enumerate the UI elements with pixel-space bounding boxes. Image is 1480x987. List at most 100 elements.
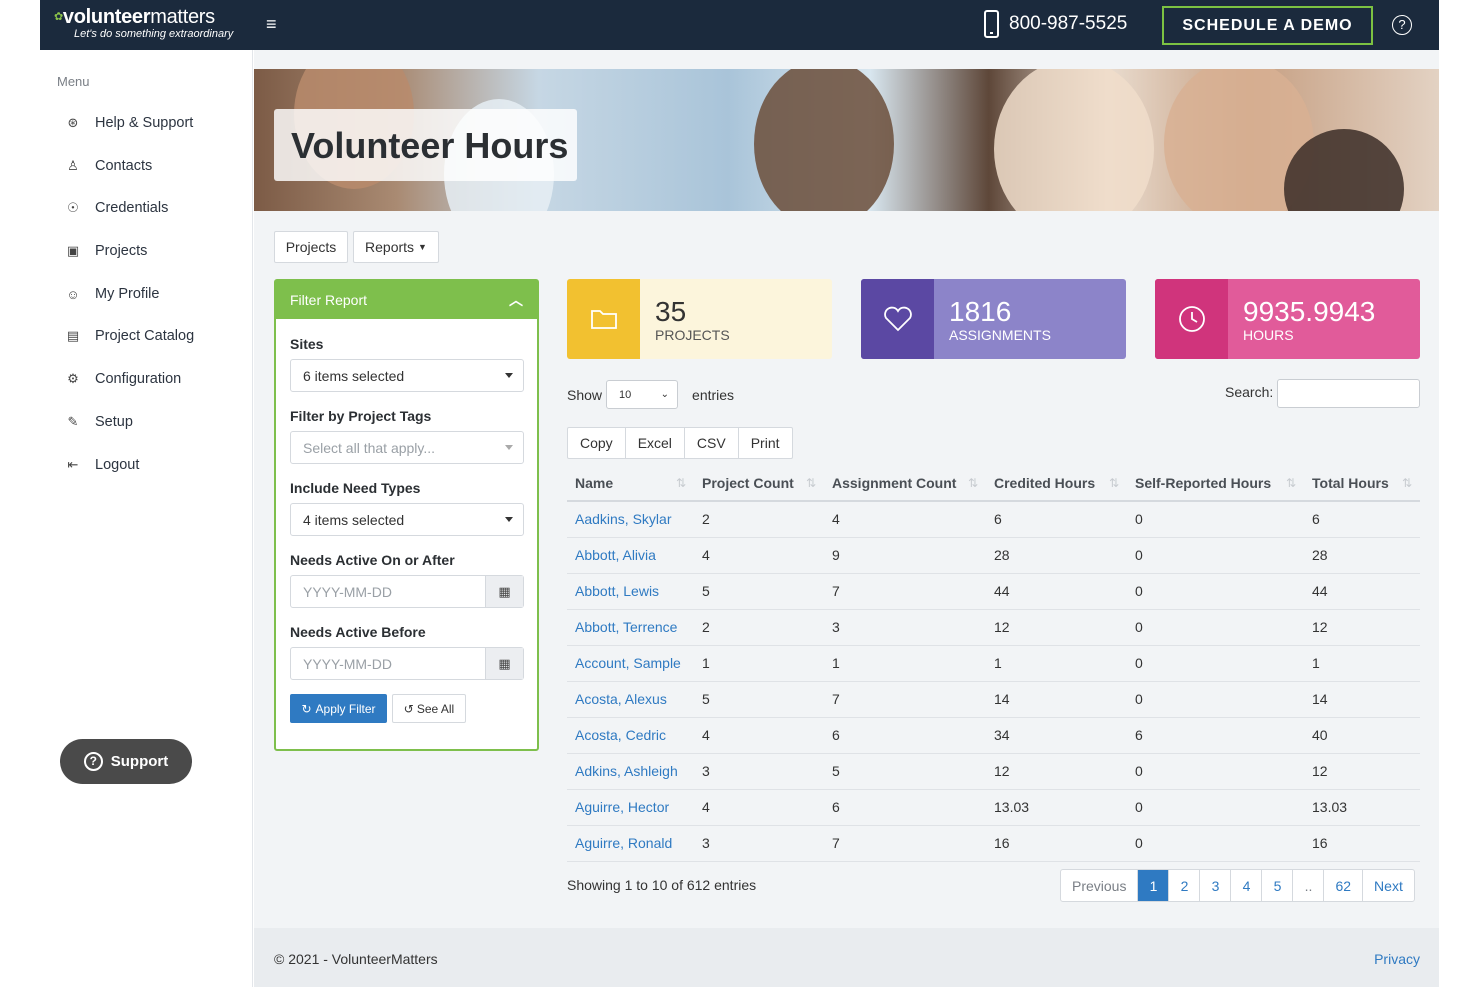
copy-button[interactable]: Copy bbox=[568, 428, 626, 458]
stat-label: PROJECTS bbox=[655, 327, 730, 343]
volunteer-name-link[interactable]: Abbott, Terrence bbox=[575, 619, 677, 635]
brand-name: ✿volunteermatters bbox=[54, 6, 233, 28]
table-cell: 6 bbox=[986, 501, 1127, 538]
app-frame: ✿volunteermatters Let's do something ext… bbox=[40, 0, 1439, 987]
volunteer-name-link[interactable]: Acosta, Cedric bbox=[575, 727, 666, 743]
mobile-phone-icon bbox=[984, 10, 999, 38]
apply-filter-button[interactable]: ↻ Apply Filter bbox=[290, 694, 387, 723]
cell-name: Account, Sample bbox=[567, 645, 694, 682]
brand-logo[interactable]: ✿volunteermatters Let's do something ext… bbox=[54, 6, 233, 40]
calendar-icon[interactable]: ▦ bbox=[485, 576, 523, 607]
excel-button[interactable]: Excel bbox=[626, 428, 685, 458]
hamburger-menu-icon[interactable]: ≡ bbox=[266, 14, 277, 35]
sidebar-item-project-catalog[interactable]: ▤ Project Catalog bbox=[65, 324, 194, 348]
table-cell: 5 bbox=[694, 573, 824, 610]
table-cell: 0 bbox=[1127, 681, 1304, 718]
pagination-page[interactable]: 5 bbox=[1262, 870, 1294, 901]
page-size-value: 10 bbox=[619, 388, 632, 401]
heart-icon bbox=[861, 279, 934, 359]
footer: © 2021 - VolunteerMatters Privacy bbox=[254, 928, 1439, 987]
search-input[interactable] bbox=[1277, 379, 1420, 408]
sidebar-item-setup[interactable]: ✎ Setup bbox=[65, 410, 133, 434]
column-header-self-reported-hours[interactable]: Self-Reported Hours ⇅ bbox=[1127, 466, 1304, 502]
pagination-page[interactable]: 3 bbox=[1200, 870, 1232, 901]
stat-card-assignments: 1816 ASSIGNMENTS bbox=[861, 279, 1126, 359]
page-size-control: Show 10 ⌄ entries bbox=[567, 380, 734, 409]
sidebar-item-label: Configuration bbox=[95, 371, 182, 387]
see-all-button[interactable]: ↺ See All bbox=[392, 694, 466, 723]
cell-name: Aguirre, Hector bbox=[567, 789, 694, 826]
help-icon[interactable]: ? bbox=[1392, 15, 1412, 35]
reports-dropdown-button[interactable]: Reports ▼ bbox=[353, 231, 439, 263]
sites-select[interactable]: 6 items selected bbox=[290, 359, 524, 392]
print-button[interactable]: Print bbox=[739, 428, 792, 458]
chevron-up-icon[interactable]: ︿ bbox=[509, 290, 523, 310]
projects-nav-button[interactable]: Projects bbox=[274, 231, 348, 263]
export-buttons: Copy Excel CSV Print bbox=[567, 427, 793, 459]
table-cell: 5 bbox=[694, 681, 824, 718]
table-cell: 44 bbox=[1304, 573, 1420, 610]
volunteer-name-link[interactable]: Abbott, Lewis bbox=[575, 583, 659, 599]
cell-name: Acosta, Alexus bbox=[567, 681, 694, 718]
project-tags-select[interactable]: Select all that apply... bbox=[290, 431, 524, 464]
table-cell: 0 bbox=[1127, 753, 1304, 790]
volunteer-name-link[interactable]: Abbott, Alivia bbox=[575, 547, 656, 563]
table-cell: 3 bbox=[824, 609, 986, 646]
filter-report-header[interactable]: Filter Report ︿ bbox=[276, 281, 537, 319]
column-header-project-count[interactable]: Project Count ⇅ bbox=[694, 466, 824, 502]
sidebar-item-my-profile[interactable]: ☺ My Profile bbox=[65, 282, 159, 306]
active-after-date-input[interactable]: YYYY-MM-DD ▦ bbox=[290, 575, 524, 608]
table-cell: 0 bbox=[1127, 789, 1304, 826]
calendar-icon[interactable]: ▦ bbox=[485, 648, 523, 679]
volunteer-name-link[interactable]: Account, Sample bbox=[575, 655, 681, 671]
pagination-page[interactable]: 4 bbox=[1231, 870, 1263, 901]
need-types-select[interactable]: 4 items selected bbox=[290, 503, 524, 536]
sidebar-item-label: Contacts bbox=[95, 158, 153, 174]
caret-down-icon bbox=[505, 373, 513, 378]
schedule-demo-button[interactable]: SCHEDULE A DEMO bbox=[1162, 6, 1373, 45]
sort-icon: ⇅ bbox=[805, 476, 816, 490]
privacy-link[interactable]: Privacy bbox=[1374, 951, 1420, 967]
sidebar-item-help-support[interactable]: ⊛ Help & Support bbox=[65, 111, 194, 135]
menu-title: Menu bbox=[57, 74, 90, 89]
sidebar-item-projects[interactable]: ▣ Projects bbox=[65, 239, 148, 263]
gear-icon: ⚙ bbox=[67, 371, 79, 386]
stat-value: 1816 bbox=[949, 296, 1012, 327]
column-header-name[interactable]: Name ⇅ bbox=[567, 466, 694, 502]
support-button[interactable]: ? Support bbox=[60, 739, 192, 784]
volunteer-name-link[interactable]: Aguirre, Hector bbox=[575, 799, 669, 815]
cell-name: Abbott, Alivia bbox=[567, 537, 694, 574]
sidebar-item-logout[interactable]: ⇤ Logout bbox=[65, 453, 140, 477]
table-info: Showing 1 to 10 of 612 entries bbox=[567, 877, 757, 893]
csv-button[interactable]: CSV bbox=[685, 428, 739, 458]
stat-value: 9935.9943 bbox=[1243, 296, 1376, 327]
sidebar-item-contacts[interactable]: ♙ Contacts bbox=[65, 154, 152, 178]
volunteer-name-link[interactable]: Adkins, Ashleigh bbox=[575, 763, 678, 779]
pagination-page[interactable]: 62 bbox=[1324, 870, 1364, 901]
sidebar-item-credentials[interactable]: ☉ Credentials bbox=[65, 196, 168, 220]
page-size-select[interactable]: 10 ⌄ bbox=[606, 380, 679, 409]
volunteer-name-link[interactable]: Aguirre, Ronald bbox=[575, 835, 672, 851]
stat-value: 35 bbox=[655, 296, 687, 327]
sidebar-item-configuration[interactable]: ⚙ Configuration bbox=[65, 367, 181, 391]
pagination-page[interactable]: 1 bbox=[1138, 870, 1170, 901]
pagination-previous[interactable]: Previous bbox=[1061, 870, 1139, 901]
table-cell: 6 bbox=[824, 789, 986, 826]
column-header-assignment-count[interactable]: Assignment Count ⇅ bbox=[824, 466, 986, 502]
need-types-value: 4 items selected bbox=[303, 511, 405, 528]
cell-name: Aguirre, Ronald bbox=[567, 825, 694, 862]
hero-photo-face bbox=[994, 69, 1154, 211]
need-types-label: Include Need Types bbox=[290, 480, 421, 496]
volunteer-name-link[interactable]: Aadkins, Skylar bbox=[575, 511, 671, 527]
volunteer-name-link[interactable]: Acosta, Alexus bbox=[575, 691, 667, 707]
pagination-page[interactable]: 2 bbox=[1169, 870, 1201, 901]
table-cell: 28 bbox=[986, 537, 1127, 574]
column-header-credited-hours[interactable]: Credited Hours ⇅ bbox=[986, 466, 1127, 502]
main-content: Volunteer Hours Projects Reports ▼ Filte… bbox=[254, 50, 1439, 987]
pagination-next[interactable]: Next bbox=[1363, 870, 1414, 901]
sidebar-item-label: Logout bbox=[95, 457, 140, 473]
active-before-date-input[interactable]: YYYY-MM-DD ▦ bbox=[290, 647, 524, 680]
column-header-total-hours[interactable]: Total Hours ⇅ bbox=[1304, 466, 1420, 502]
page-title: Volunteer Hours bbox=[291, 125, 569, 166]
phone-contact[interactable]: 800-987-5525 bbox=[984, 10, 1127, 38]
